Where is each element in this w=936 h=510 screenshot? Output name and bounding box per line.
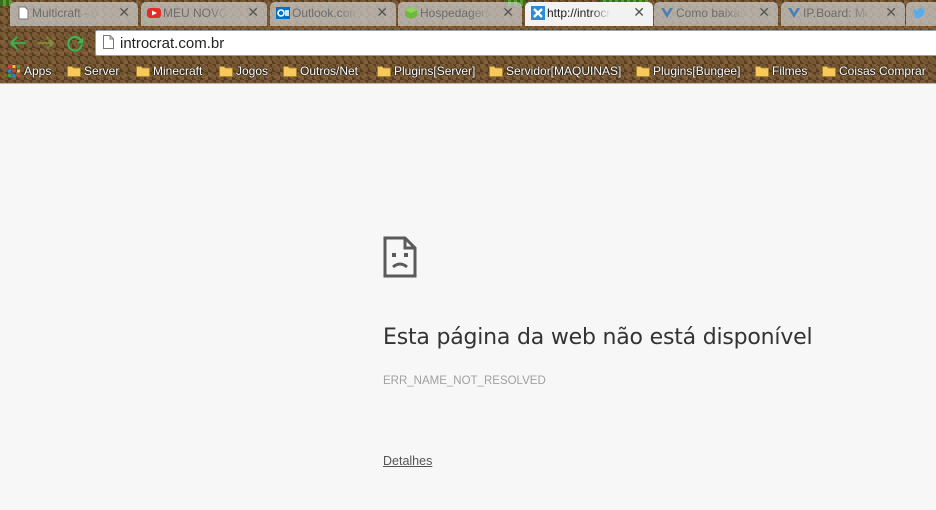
page-icon [103,35,114,49]
folder-icon [822,66,836,77]
error-title: Esta página da web não está disponível [383,325,813,350]
bookmark-apps[interactable]: Apps [4,62,51,80]
bookmark-label: Plugins[Bungee] [653,64,741,78]
close-icon[interactable]: ✕ [118,2,130,24]
back-arrow-icon[interactable] [6,31,30,55]
tab-title: MEU NOVO [163,6,229,20]
outlook-icon [276,7,290,19]
tab-ipboard[interactable]: IP.Board: Ma ✕ [781,2,905,26]
bookmark-label: Outros/Net [300,64,359,78]
bookmark-folder-coisas-comprar[interactable]: Coisas Comprar [819,62,926,80]
sad-page-icon [383,236,417,278]
folder-icon [489,66,503,77]
close-icon[interactable]: ✕ [633,2,645,24]
tab-title: Multicraft - c [32,6,98,20]
bookmark-folder-jogos[interactable]: Jogos [216,62,268,80]
tab-introcraft-active[interactable]: http://introcr ✕ [525,2,653,26]
tab-title: IP.Board: Ma [803,6,872,20]
tab-youtube[interactable]: MEU NOVO ✕ [141,2,267,26]
close-icon[interactable]: ✕ [376,2,388,24]
bookmark-label: Server [84,64,120,78]
tab-title: Hospedagem [420,6,492,20]
forward-arrow-icon[interactable] [34,31,58,55]
bookmark-label: Servidor[MAQUINAS] [506,64,622,78]
ipboard-icon [661,8,673,18]
tab-como-baixar[interactable]: Como baixar ✕ [654,2,778,26]
address-bar[interactable] [95,30,936,56]
bookmark-label: Apps [24,64,52,78]
toolbar [0,27,936,59]
folder-icon [377,66,391,77]
bookmark-folder-server[interactable]: Server [64,62,119,80]
reload-icon[interactable] [63,31,87,55]
error-code: ERR_NAME_NOT_RESOLVED [383,375,546,387]
bookmark-folder-plugins-bungee[interactable]: Plugins[Bungee] [633,62,740,80]
close-icon[interactable]: ✕ [502,2,514,24]
close-icon[interactable]: ✕ [885,2,897,24]
tab-hospedagem[interactable]: Hospedagem ✕ [398,2,522,26]
folder-icon [67,66,81,77]
error-page: Esta página da web não está disponível E… [0,84,936,510]
bookmark-folder-plugins-server[interactable]: Plugins[Server] [374,62,475,80]
bookmark-label: Plugins[Server] [394,64,476,78]
tab-outlook[interactable]: Outlook.com ✕ [270,2,396,26]
hosting-icon [405,7,417,19]
browser-frame: Multicraft - c ✕ MEU NOVO ✕ Outlook.com … [0,0,936,84]
folder-icon [283,66,297,77]
twitter-icon [912,8,925,19]
folder-icon [136,66,150,77]
tab-title: http://introcr [547,6,611,20]
bookmark-folder-minecraft[interactable]: Minecraft [133,62,202,80]
tab-title: Outlook.com [292,6,360,20]
folder-icon [636,66,650,77]
bookmark-label: Minecraft [153,64,203,78]
close-icon[interactable]: ✕ [247,2,259,24]
bookmark-folder-outros-net[interactable]: Outros/Net [280,62,358,80]
ipboard-icon [788,8,800,18]
youtube-icon [147,8,161,18]
tab-strip: Multicraft - c ✕ MEU NOVO ✕ Outlook.com … [0,0,936,27]
bookmarks-bar: Apps Server Minecraft Jogos Outros/Net P… [0,59,936,83]
bookmark-label: Jogos [236,64,269,78]
bookmark-folder-servidor-maquinas[interactable]: Servidor[MAQUINAS] [486,62,621,80]
address-input[interactable] [120,32,900,54]
apps-grid-icon [8,65,20,77]
bookmark-folder-filmes[interactable]: Filmes [752,62,807,80]
tab-twitter[interactable] [906,2,936,26]
bookmark-label: Coisas Comprar [839,64,926,78]
bookmark-label: Filmes [772,64,808,78]
folder-icon [219,66,233,77]
page-icon [18,6,29,20]
x-icon [531,6,545,20]
tab-title: Como baixar [676,6,745,20]
tab-multicraft[interactable]: Multicraft - c ✕ [10,2,138,26]
folder-icon [755,66,769,77]
details-link[interactable]: Detalhes [383,454,432,468]
close-icon[interactable]: ✕ [758,2,770,24]
